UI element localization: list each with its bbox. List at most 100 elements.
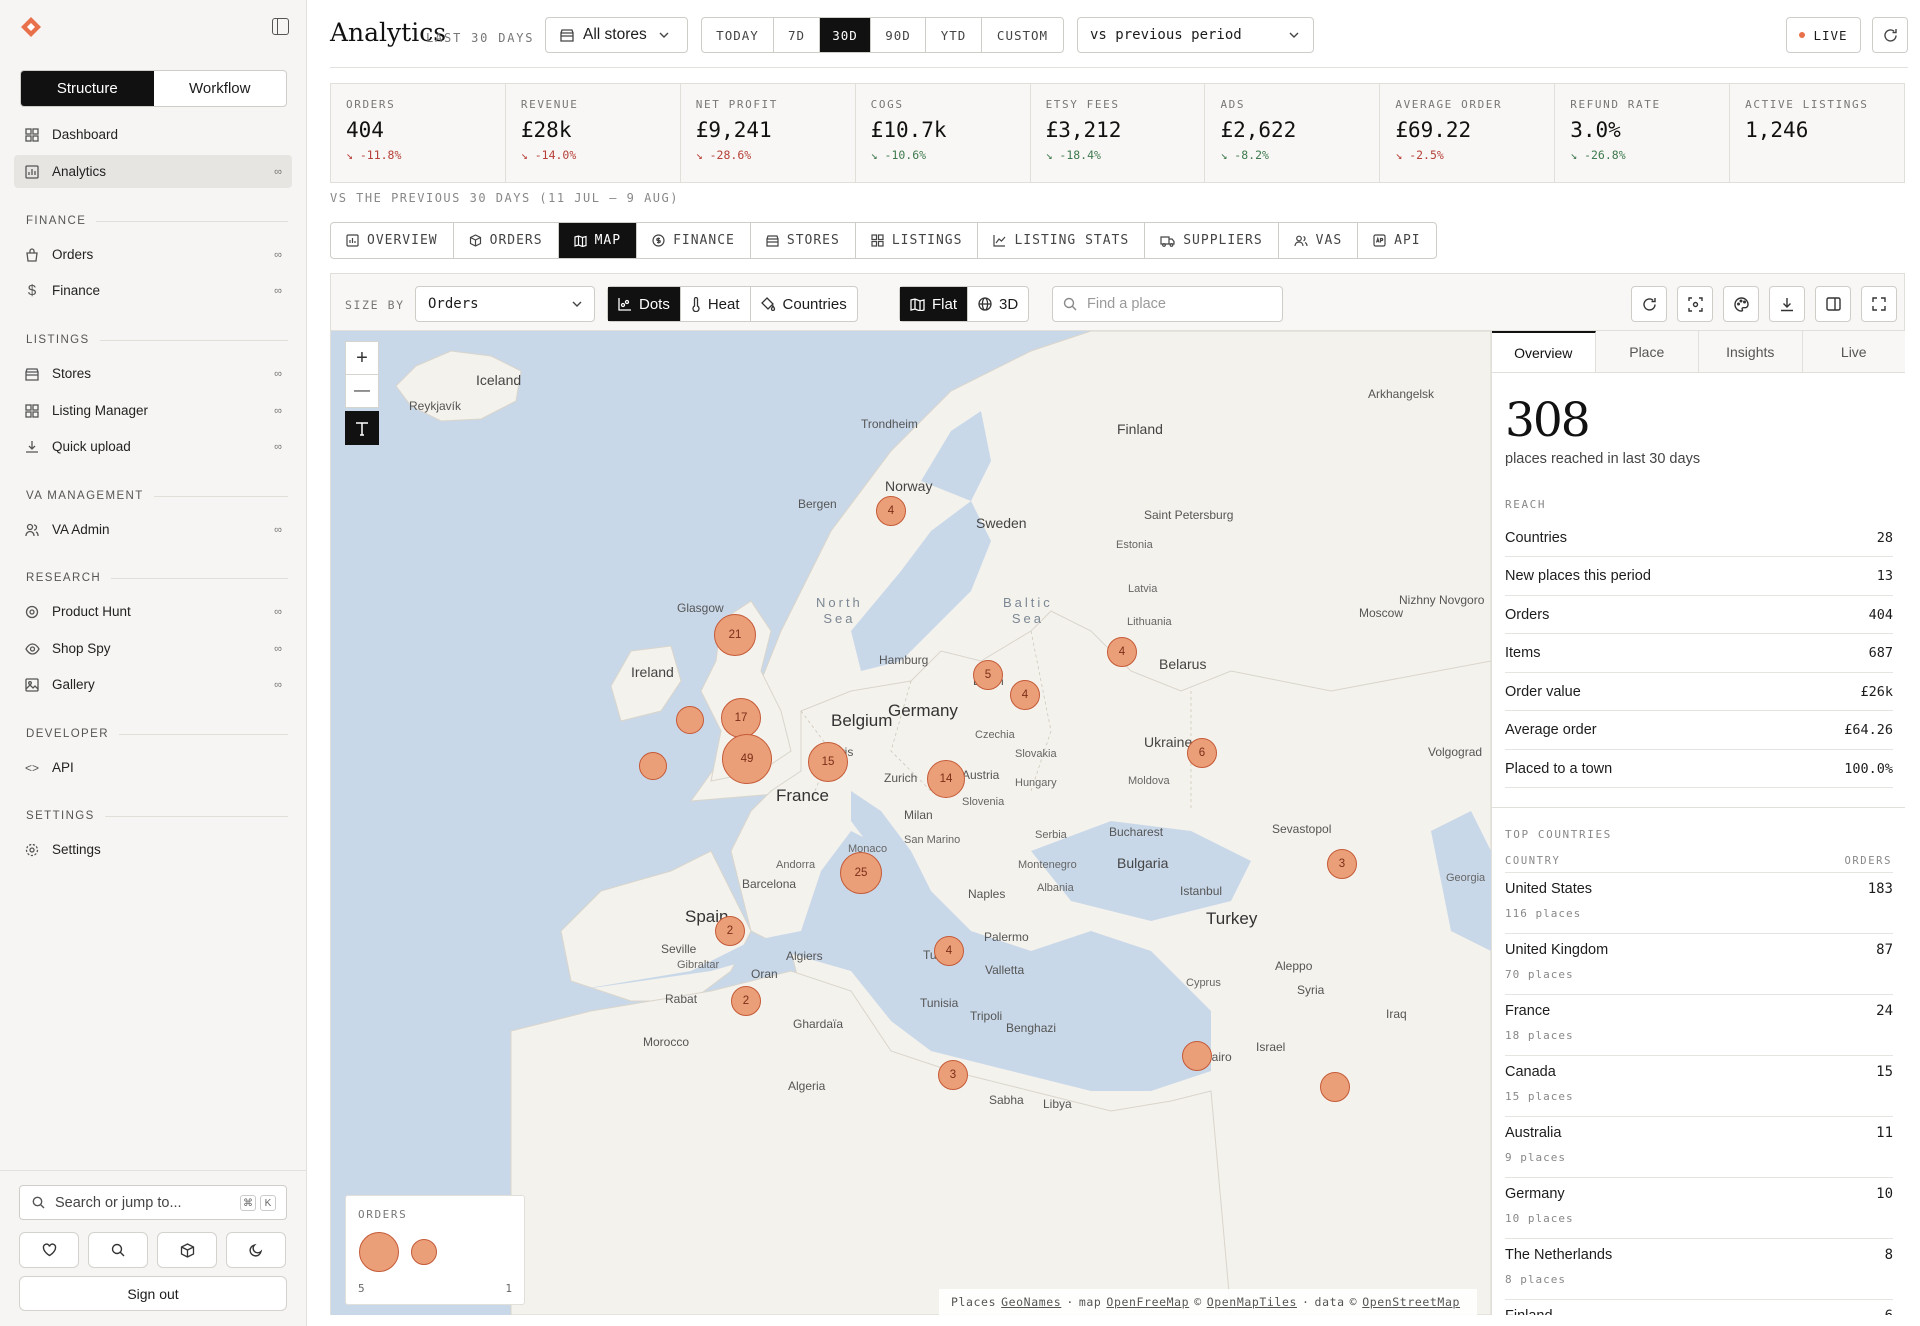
zoom-out-button[interactable]: — <box>345 374 379 408</box>
sidebar-item-product-hunt[interactable]: Product Hunt ∞ <box>14 595 292 628</box>
sign-out-button[interactable]: Sign out <box>19 1276 287 1311</box>
openmaptiles-link[interactable]: OpenMapTiles <box>1207 1295 1297 1309</box>
sidebar-item-analytics[interactable]: Analytics ∞ <box>14 155 292 188</box>
refresh-button[interactable] <box>1872 17 1908 53</box>
logo-icon[interactable] <box>20 16 42 38</box>
country-row[interactable]: Australia 9 places 11 <box>1505 1117 1893 1178</box>
theme-button[interactable] <box>226 1232 286 1268</box>
country-row[interactable]: Canada 15 places 15 <box>1505 1056 1893 1117</box>
range-90d[interactable]: 90D <box>871 18 926 52</box>
focus-button[interactable] <box>1677 286 1713 322</box>
tab-insights[interactable]: Insights <box>1699 331 1803 372</box>
map-cluster[interactable]: 4 <box>1010 680 1040 710</box>
country-row[interactable]: United Kingdom 70 places 87 <box>1505 934 1893 995</box>
panel-toggle-button[interactable] <box>1815 286 1851 322</box>
palette-button[interactable] <box>1723 286 1759 322</box>
map-cluster[interactable]: 17 <box>721 698 761 738</box>
structure-tab[interactable]: Structure <box>21 71 154 106</box>
text-labels-button[interactable] <box>345 411 379 445</box>
sidebar-item-gallery[interactable]: Gallery ∞ <box>14 668 292 701</box>
map-cluster[interactable]: 4 <box>934 936 964 966</box>
country-row[interactable]: France 18 places 24 <box>1505 995 1893 1056</box>
sidebar-item-va-admin[interactable]: VA Admin ∞ <box>14 513 292 546</box>
kpi-card: REVENUE £28k ↘ -14.0% <box>506 84 681 182</box>
eye-icon <box>24 641 40 657</box>
map-cluster[interactable]: 21 <box>714 614 756 656</box>
geonames-link[interactable]: GeoNames <box>1001 1295 1061 1309</box>
store-select[interactable]: All stores <box>545 17 688 53</box>
map-cluster[interactable]: 2 <box>715 916 745 946</box>
tab-overview[interactable]: Overview <box>1492 331 1596 372</box>
map-cluster[interactable]: 6 <box>1187 738 1217 768</box>
compare-select[interactable]: vs previous period <box>1077 17 1314 53</box>
range-custom[interactable]: CUSTOM <box>982 18 1063 52</box>
map-cluster[interactable]: 4 <box>876 496 906 526</box>
map-cluster[interactable]: 15 <box>808 742 848 782</box>
map-cluster[interactable]: 2 <box>731 986 761 1016</box>
sidebar-item-orders[interactable]: Orders ∞ <box>14 238 292 271</box>
tab-map[interactable]: MAP <box>558 223 638 258</box>
range-30d[interactable]: 30D <box>820 18 871 52</box>
fullscreen-button[interactable] <box>1861 286 1897 322</box>
range-7d[interactable]: 7D <box>774 18 820 52</box>
sidebar-item-finance[interactable]: $ Finance ∞ <box>14 274 292 307</box>
tab-orders[interactable]: ORDERS <box>454 223 559 258</box>
size-by-select[interactable]: Orders <box>415 286 595 322</box>
map-cluster[interactable] <box>1182 1041 1212 1071</box>
map-cluster[interactable]: 4 <box>1107 637 1137 667</box>
openfreemap-link[interactable]: OpenFreeMap <box>1106 1295 1189 1309</box>
sidebar-item-shop-spy[interactable]: Shop Spy ∞ <box>14 632 292 665</box>
map-cluster[interactable]: 14 <box>927 760 965 798</box>
code-icon: <> <box>24 760 39 775</box>
view-3d[interactable]: 3D <box>968 287 1028 321</box>
reset-view-button[interactable] <box>1631 286 1667 322</box>
favorites-button[interactable] <box>19 1232 79 1268</box>
map-cluster[interactable]: 49 <box>722 734 772 784</box>
box-button[interactable] <box>157 1232 217 1268</box>
range-today[interactable]: TODAY <box>702 18 774 52</box>
map-cluster[interactable]: 3 <box>1327 849 1357 879</box>
openstreetmap-link[interactable]: OpenStreetMap <box>1362 1295 1460 1309</box>
tab-label: LISTINGS <box>891 233 963 248</box>
tab-finance[interactable]: FINANCE <box>637 223 751 258</box>
map-cluster[interactable] <box>1320 1072 1350 1102</box>
map-cluster[interactable]: 5 <box>973 660 1003 690</box>
view-flat[interactable]: Flat <box>900 287 969 321</box>
sidebar-item-quick-upload[interactable]: Quick upload ∞ <box>14 430 292 463</box>
range-ytd[interactable]: YTD <box>926 18 982 52</box>
sidebar-item-listing-manager[interactable]: Listing Manager ∞ <box>14 394 292 427</box>
tab-place[interactable]: Place <box>1595 331 1699 372</box>
zoom-in-button[interactable]: + <box>345 341 379 375</box>
command-search[interactable]: Search or jump to... ⌘ K <box>19 1185 287 1220</box>
tab-stores[interactable]: STORES <box>751 223 856 258</box>
country-row[interactable]: Germany 10 places 10 <box>1505 1178 1893 1239</box>
map-cluster[interactable]: 3 <box>938 1060 968 1090</box>
download-button[interactable] <box>1769 286 1805 322</box>
map-cluster[interactable] <box>676 706 704 734</box>
mode-countries[interactable]: Countries <box>751 287 857 321</box>
tab-live[interactable]: Live <box>1802 331 1905 372</box>
sidebar-item-stores[interactable]: Stores ∞ <box>14 357 292 390</box>
tab-api[interactable]: API <box>1358 223 1435 258</box>
search-button[interactable] <box>88 1232 148 1268</box>
tab-overview[interactable]: OVERVIEW <box>331 223 454 258</box>
sidebar-item-settings[interactable]: Settings <box>14 833 292 866</box>
tab-listing-stats[interactable]: LISTING STATS <box>978 223 1146 258</box>
find-place-input[interactable]: Find a place <box>1052 286 1283 322</box>
live-button[interactable]: LIVE <box>1786 17 1861 53</box>
tab-vas[interactable]: VAS <box>1279 223 1359 258</box>
country-row[interactable]: Finland 6 <box>1505 1300 1893 1315</box>
sidebar-item-dashboard[interactable]: Dashboard <box>14 118 292 151</box>
map-canvas[interactable]: Iceland Reykjavík Arkhangelsk Trondheim Finl… <box>331 331 1491 1315</box>
workflow-tab[interactable]: Workflow <box>154 71 287 106</box>
tab-listings[interactable]: LISTINGS <box>856 223 979 258</box>
mode-heat[interactable]: Heat <box>681 287 751 321</box>
map-cluster[interactable] <box>639 752 667 780</box>
sidebar-toggle-icon[interactable] <box>272 18 289 35</box>
country-row[interactable]: The Netherlands 8 places 8 <box>1505 1239 1893 1300</box>
tab-suppliers[interactable]: SUPPLIERS <box>1145 223 1279 258</box>
map-cluster[interactable]: 25 <box>840 852 882 894</box>
mode-dots[interactable]: Dots <box>608 287 681 321</box>
sidebar-item-api[interactable]: <> API <box>14 751 292 784</box>
country-row[interactable]: United States 116 places 183 <box>1505 873 1893 934</box>
